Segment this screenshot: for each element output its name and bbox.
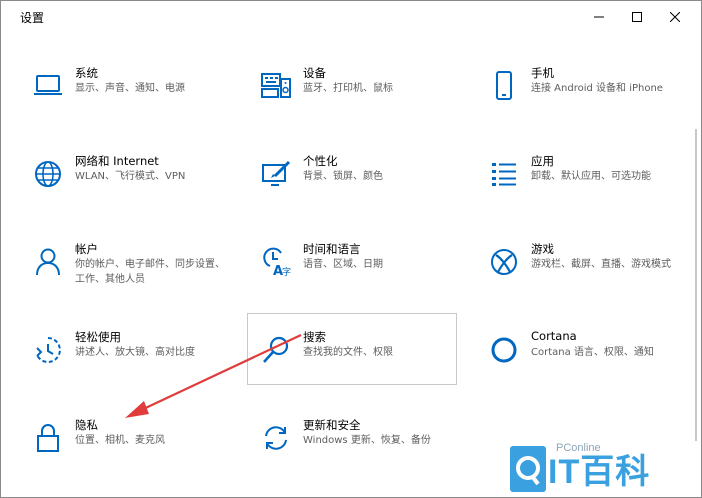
watermark-name: IT百科 <box>548 453 651 491</box>
watermark: PConline IT百科 <box>504 436 654 496</box>
annotation-arrow <box>125 334 302 418</box>
watermark-logo-icon <box>510 446 546 492</box>
settings-window: 设置 系统 显示、声音、通知、电源 设备 蓝牙、打印机、鼠标 手机 连接 And… <box>0 0 702 498</box>
